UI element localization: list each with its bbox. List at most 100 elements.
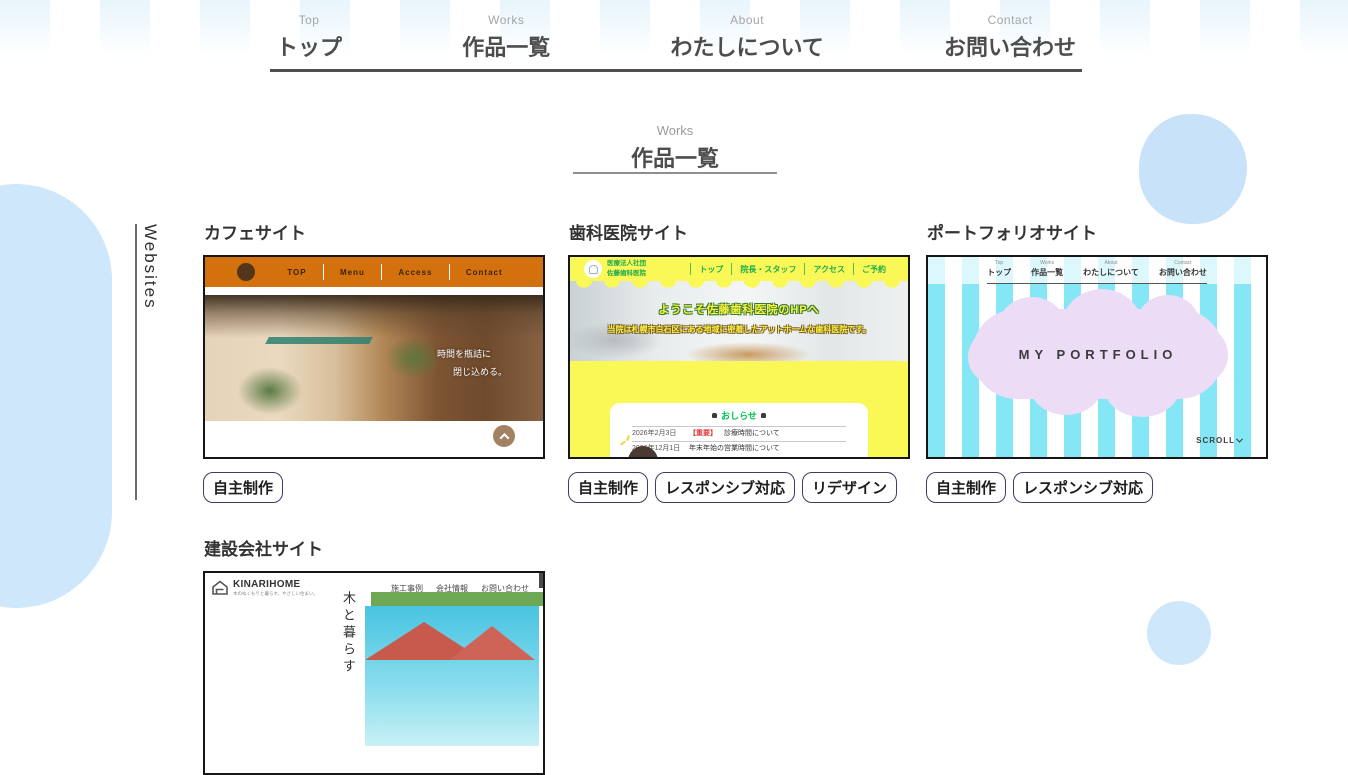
nav-separator <box>690 263 691 275</box>
cafe-site-header: TOP Menu Access Contact <box>205 257 543 287</box>
work-thumbnail-construction[interactable]: KINARIHOME 木のぬくもりと暮らす、やさしい住まい。 施工事例 会社情報… <box>203 571 545 775</box>
kinari-tagline: 木のぬくもりと暮らす、やさしい住まい。 <box>233 592 318 597</box>
kinari-green-band <box>371 592 545 606</box>
dental-hero-line2: 当院は札幌市白石区にある地域に密着したアットホームな歯科医院です。 <box>570 324 908 335</box>
websites-section-line <box>135 224 137 500</box>
portfolio-nav-about: About わたしについて <box>1083 260 1139 278</box>
work-card-cafe: カフェサイト TOP Menu Access Contact 時間を瓶詰に 閉じ… <box>203 219 549 503</box>
dental-news-box: おしらせ 2026年2月3日 【重要】 診療時間について 2026年12月1日 … <box>610 403 868 459</box>
cafe-nav-access: Access <box>398 268 432 277</box>
clinic-name-line2: 佐藤歯科医院 <box>607 269 646 279</box>
top-right-blue-blob-decoration <box>1139 114 1247 224</box>
house-logo-icon <box>211 580 229 601</box>
nav-separator <box>853 263 854 275</box>
cloud-shape-decoration: MY PORTFOLIO <box>972 297 1224 411</box>
bottom-right-blue-blob-decoration <box>1147 601 1211 665</box>
scroll-to-top-icon <box>493 425 515 447</box>
cafe-nav-contact: Contact <box>466 268 503 277</box>
work-title: 建設会社サイト <box>204 535 549 560</box>
portfolio-nav-top: Top トップ <box>987 260 1011 278</box>
left-blue-blob-decoration <box>0 184 112 608</box>
nav-separator <box>804 263 805 275</box>
chevron-down-icon <box>1236 436 1243 443</box>
clinic-name-line1: 医療法人社団 <box>607 259 646 269</box>
portfolio-nav-contact: Contact お問い合わせ <box>1159 260 1207 278</box>
nav-separator <box>323 264 324 280</box>
work-card-dental: 歯科医院サイト 医療法人社団 佐藤歯科医院 トップ 院長・スタッフ アクセス ご… <box>568 219 914 503</box>
nav-label-en: Works <box>462 13 550 27</box>
cafe-catch-copy: 時間を瓶詰に 閉じ込める。 <box>437 347 507 378</box>
mini-nav-ja: わたしについて <box>1083 267 1139 278</box>
mini-nav-en: Contact <box>1159 260 1207 266</box>
news-date: 2026年2月3日 <box>632 429 682 439</box>
mini-nav-en: About <box>1083 260 1139 266</box>
dental-news-list: 2026年2月3日 【重要】 診療時間について 2026年12月1日 年末年始の… <box>632 426 846 456</box>
work-tags: 自主制作 レスポンシブ対応 リデザイン <box>568 472 914 503</box>
cafe-nav-menu: Menu <box>340 268 365 277</box>
work-thumbnail-dental[interactable]: 医療法人社団 佐藤歯科医院 トップ 院長・スタッフ アクセス ご予約 ようこそ佐… <box>568 255 910 459</box>
work-tags: 自主制作 レスポンシブ対応 <box>926 472 1272 503</box>
dental-nav-access: アクセス <box>805 264 853 275</box>
cafe-catch-line2: 閉じ込める。 <box>453 365 507 378</box>
dental-nav-reserve: ご予約 <box>854 264 894 275</box>
cafe-site-nav: TOP Menu Access Contact <box>271 257 519 287</box>
tag-badge: 自主制作 <box>568 472 648 503</box>
news-row: 2026年2月3日 【重要】 診療時間について <box>632 426 846 441</box>
nav-item-about[interactable]: About わたしについて <box>666 13 827 62</box>
nav-label-ja: お問い合わせ <box>944 30 1076 62</box>
news-text: 年末年始の営業時間について <box>689 444 780 454</box>
nav-item-contact[interactable]: Contact お問い合わせ <box>940 13 1080 62</box>
tooth-logo-icon <box>584 260 602 278</box>
tag-badge: 自主制作 <box>203 472 283 503</box>
cafe-awning-decoration <box>265 337 373 344</box>
work-thumbnail-portfolio[interactable]: Top トップ Works 作品一覧 About わたしについて Contact… <box>926 255 1268 459</box>
mini-nav-ja: お問い合わせ <box>1159 267 1207 278</box>
house-roof <box>449 626 535 660</box>
tag-badge: レスポンシブ対応 <box>1013 472 1153 503</box>
news-important-badge: 【重要】 <box>689 429 717 439</box>
nav-separator <box>731 263 732 275</box>
nav-item-top[interactable]: Top トップ <box>272 13 346 62</box>
tag-badge: レスポンシブ対応 <box>655 472 795 503</box>
tooth-icon <box>712 413 717 418</box>
main-nav: Top トップ Works 作品一覧 About わたしについて Contact… <box>272 13 1080 62</box>
kinari-logo-text: KINARIHOME 木のぬくもりと暮らす、やさしい住まい。 <box>233 576 318 597</box>
dental-site-nav: トップ 院長・スタッフ アクセス ご予約 <box>690 263 894 275</box>
section-heading-underline <box>573 172 777 174</box>
news-row: 2026年12月1日 年末年始の営業時間について <box>632 441 846 456</box>
tag-badge: リデザイン <box>802 472 897 503</box>
portfolio-nav-underline <box>987 283 1207 284</box>
news-title-text: おしらせ <box>721 409 757 422</box>
page-title: 作品一覧 <box>575 141 775 173</box>
dental-scallop-edge <box>570 281 910 291</box>
nav-label-ja: トップ <box>276 30 342 62</box>
dental-site-header: 医療法人社団 佐藤歯科医院 トップ 院長・スタッフ アクセス ご予約 <box>570 257 908 281</box>
mini-nav-ja: トップ <box>987 267 1011 278</box>
mini-scrollbar <box>539 573 543 588</box>
work-tags: 自主制作 <box>203 472 549 503</box>
work-thumbnail-cafe[interactable]: TOP Menu Access Contact 時間を瓶詰に 閉じ込める。 <box>203 255 545 459</box>
tooth-icon <box>589 265 598 274</box>
nav-separator <box>449 264 450 280</box>
mini-nav-en: Works <box>1031 260 1063 266</box>
clinic-name: 医療法人社団 佐藤歯科医院 <box>607 259 646 280</box>
work-card-construction: 建設会社サイト KINARIHOME 木のぬくもりと暮らす、やさしい住まい。 施… <box>203 535 549 775</box>
nav-label-en: Top <box>276 13 342 27</box>
section-heading-en: Works <box>575 123 775 138</box>
scroll-indicator: SCROLL <box>1196 436 1242 445</box>
nav-underline <box>270 69 1082 72</box>
dental-hero-line1: ようこそ佐藤歯科医院のHPへ <box>570 301 908 317</box>
chevron-up-icon <box>499 432 509 442</box>
mini-nav-en: Top <box>987 260 1011 266</box>
tooth-icon <box>761 413 766 418</box>
nav-label-en: About <box>670 13 823 27</box>
portfolio-hero-title: MY PORTFOLIO <box>972 297 1224 411</box>
dental-nav-staff: 院長・スタッフ <box>732 264 804 275</box>
cafe-hero-photo: 時間を瓶詰に 閉じ込める。 <box>205 295 545 421</box>
cafe-logo-icon <box>237 263 255 281</box>
nav-separator <box>381 264 382 280</box>
work-title: ポートフォリオサイト <box>927 219 1272 244</box>
nav-item-works[interactable]: Works 作品一覧 <box>458 13 554 62</box>
portfolio-nav-works: Works 作品一覧 <box>1031 260 1063 278</box>
kinari-logo-name: KINARIHOME <box>233 580 318 590</box>
